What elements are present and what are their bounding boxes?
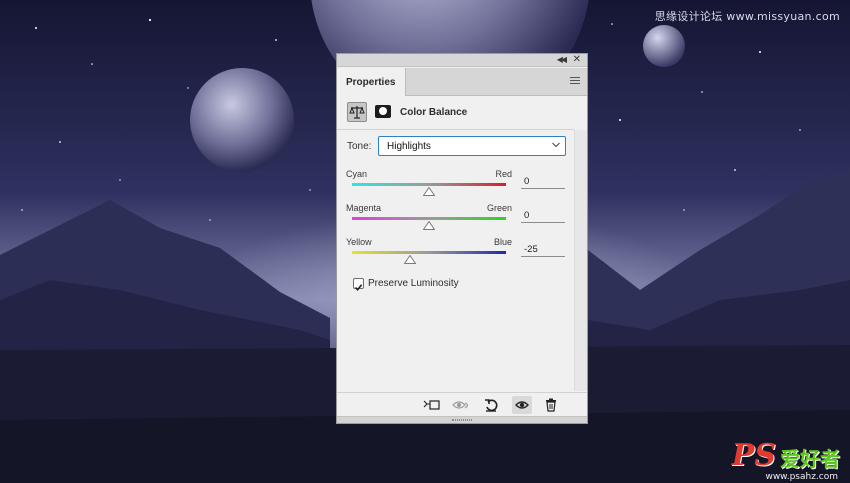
- close-icon[interactable]: ✕: [573, 54, 581, 66]
- magenta-green-slider-track[interactable]: [352, 217, 506, 220]
- magenta-green-value-field[interactable]: 0: [521, 208, 565, 223]
- tab-properties[interactable]: Properties: [337, 68, 406, 96]
- yellow-blue-slider-thumb[interactable]: [403, 255, 416, 264]
- slider-yellow-label: Yellow: [346, 237, 372, 247]
- view-previous-state-icon[interactable]: [452, 396, 472, 414]
- watermark-logo: PS 爱好者: [731, 438, 840, 473]
- clip-to-layer-icon[interactable]: [422, 396, 442, 414]
- tone-dropdown-value: Highlights: [387, 141, 431, 152]
- tone-dropdown[interactable]: Highlights: [378, 136, 566, 156]
- reset-icon[interactable]: [481, 396, 501, 414]
- panel-menu-icon[interactable]: [570, 77, 580, 85]
- adjustment-title: Color Balance: [400, 107, 468, 118]
- checkmark-icon: [354, 284, 363, 292]
- trash-icon[interactable]: [541, 396, 561, 414]
- chevron-down-icon: [552, 142, 560, 148]
- watermark-ps: PS: [731, 438, 776, 473]
- slider-blue-label: Blue: [493, 237, 512, 247]
- layer-mask-icon[interactable]: [375, 105, 391, 118]
- panel-resize-handle[interactable]: [337, 416, 587, 423]
- watermark-url: www.psahz.com: [765, 472, 838, 482]
- watermark-top: 思缘设计论坛 www.missyuan.com: [654, 10, 840, 23]
- collapse-icon[interactable]: ◀◀: [557, 55, 567, 65]
- panel-tab-row: Properties: [337, 68, 587, 96]
- cyan-red-slider-track[interactable]: [352, 183, 506, 186]
- watermark-cn: 爱好者: [780, 447, 840, 471]
- slider-green-label: Green: [486, 203, 512, 213]
- yellow-blue-slider-track[interactable]: [352, 251, 506, 254]
- panel-title-bar[interactable]: ◀◀ ✕: [337, 54, 587, 67]
- preserve-luminosity-label: Preserve Luminosity: [368, 278, 459, 289]
- cyan-red-value-field[interactable]: 0: [521, 174, 565, 189]
- cyan-red-slider-thumb[interactable]: [423, 187, 435, 196]
- panel-scrollbar[interactable]: [574, 130, 587, 391]
- yellow-blue-value-field[interactable]: -25: [521, 242, 565, 257]
- visibility-eye-icon[interactable]: [512, 396, 532, 414]
- magenta-green-slider-thumb[interactable]: [423, 221, 435, 230]
- divider: [337, 129, 574, 130]
- slider-magenta-label: Magenta: [346, 203, 382, 213]
- panel-bottom-toolbar: [337, 392, 587, 416]
- properties-panel: ◀◀ ✕ Properties Color Balance Tone: High…: [336, 53, 588, 424]
- slider-cyan-label: Cyan: [346, 169, 368, 179]
- preserve-luminosity-checkbox[interactable]: [353, 278, 364, 292]
- tone-label: Tone:: [347, 141, 372, 152]
- grip-icon: [452, 419, 472, 421]
- slider-red-label: Red: [495, 169, 512, 179]
- color-balance-adjustment-icon[interactable]: [347, 102, 367, 122]
